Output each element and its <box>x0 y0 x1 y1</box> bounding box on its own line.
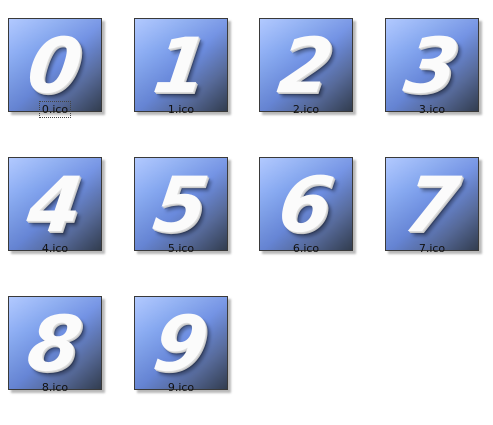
file-item-9[interactable]: 9 9.ico <box>126 278 236 406</box>
file-item-6[interactable]: 6 6.ico <box>251 139 361 267</box>
file-item-0[interactable]: 0 0.ico <box>0 0 110 128</box>
digit-two-glyph: 2 <box>273 21 339 110</box>
file-browser-pane: 0 0.ico 1 1.ico 2 2.ico 3 3.ico 4 4.ico … <box>0 0 493 425</box>
file-item-1[interactable]: 1 1.ico <box>126 0 236 128</box>
file-item-3[interactable]: 3 3.ico <box>377 0 487 128</box>
icon-preview-0: 0 <box>8 18 102 112</box>
file-item-4[interactable]: 4 4.ico <box>0 139 110 267</box>
digit-nine-glyph: 9 <box>148 299 214 388</box>
digit-seven-glyph: 7 <box>399 160 465 249</box>
icon-preview-8: 8 <box>8 296 102 390</box>
digit-four-glyph: 4 <box>22 160 88 249</box>
icon-preview-6: 6 <box>259 157 353 251</box>
digit-eight-glyph: 8 <box>22 299 88 388</box>
file-item-8[interactable]: 8 8.ico <box>0 278 110 406</box>
icon-preview-1: 1 <box>134 18 228 112</box>
digit-zero-glyph: 0 <box>22 21 88 110</box>
icon-preview-5: 5 <box>134 157 228 251</box>
icon-preview-7: 7 <box>385 157 479 251</box>
icon-preview-2: 2 <box>259 18 353 112</box>
icon-preview-4: 4 <box>8 157 102 251</box>
digit-one-glyph: 1 <box>148 21 214 110</box>
file-item-2[interactable]: 2 2.ico <box>251 0 361 128</box>
digit-three-glyph: 3 <box>399 21 465 110</box>
file-item-5[interactable]: 5 5.ico <box>126 139 236 267</box>
digit-five-glyph: 5 <box>148 160 214 249</box>
file-item-7[interactable]: 7 7.ico <box>377 139 487 267</box>
icon-preview-3: 3 <box>385 18 479 112</box>
digit-six-glyph: 6 <box>273 160 339 249</box>
icon-preview-9: 9 <box>134 296 228 390</box>
